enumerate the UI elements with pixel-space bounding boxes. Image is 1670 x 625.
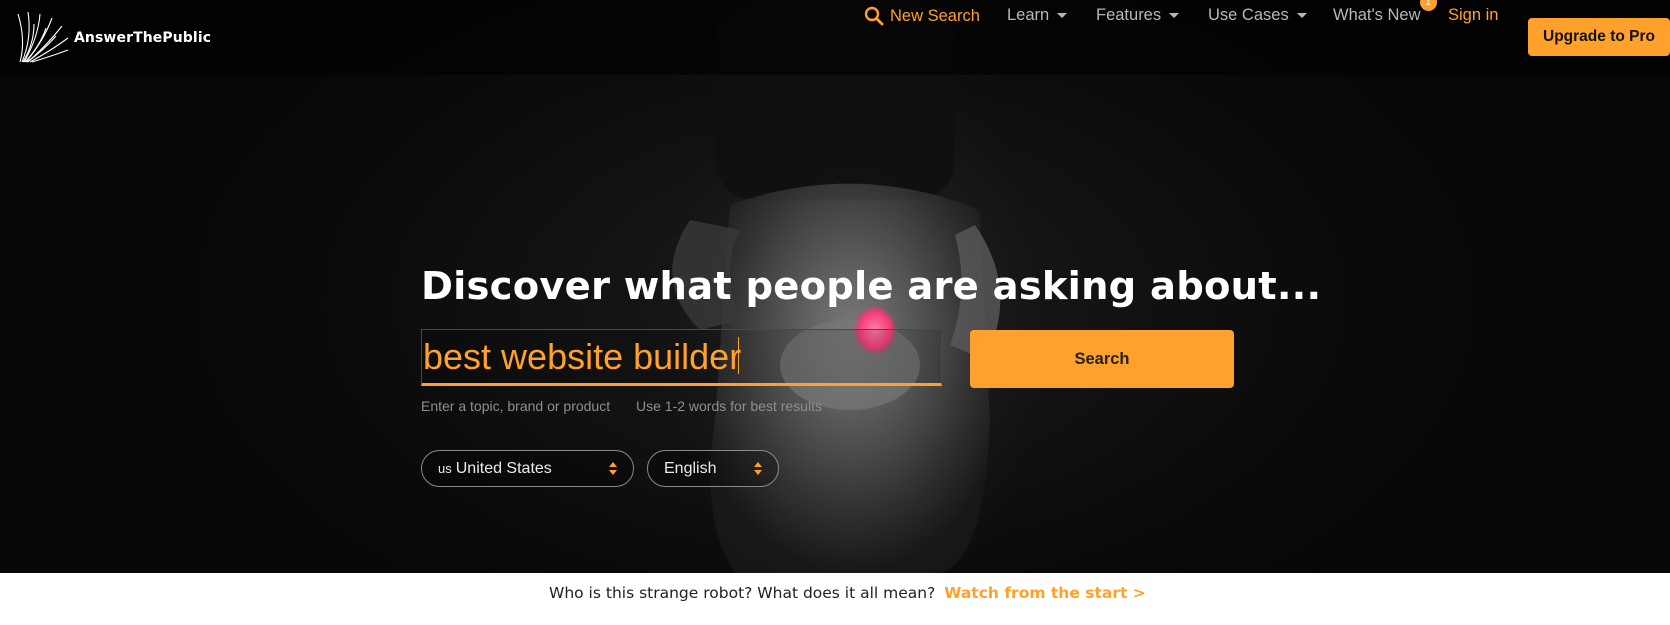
nav-new-search-label: New Search [890,6,980,25]
robot-info-bar: Who is this strange robot? What does it … [0,573,1670,625]
nav-features-dropdown[interactable]: Features [1096,6,1180,25]
nav-learn-label: Learn [1007,6,1050,24]
chevron-down-icon [1169,13,1180,18]
nav-use-cases-label: Use Cases [1208,6,1289,24]
chevron-down-icon [1057,13,1068,18]
upgrade-to-pro-button[interactable]: Upgrade to Pro [1528,18,1670,56]
watch-from-start-link[interactable]: Watch from the start > [944,584,1146,602]
nav-use-cases-dropdown[interactable]: Use Cases [1208,6,1307,25]
select-arrows-icon [754,462,762,476]
select-arrows-icon [609,462,617,476]
country-name: United States [455,459,552,477]
robot-info-text: Who is this strange robot? What does it … [549,584,936,602]
language-name: English [664,459,717,477]
search-icon [864,6,884,26]
nav-whats-new[interactable]: What's New 1 [1333,0,1437,25]
search-button[interactable]: Search [970,330,1234,388]
search-input[interactable] [422,332,943,382]
search-hint-topic: Enter a topic, brand or product [421,398,611,414]
hero-section: AnswerThePublic New Search Learn Feature… [0,0,1670,573]
sign-in-link[interactable]: Sign in [1448,6,1498,25]
starburst-logo-icon [17,11,69,63]
search-field[interactable] [421,329,943,386]
country-select[interactable]: us United States [421,450,634,487]
nav-features-label: Features [1096,6,1162,24]
brand-logo[interactable]: AnswerThePublic [14,10,244,66]
brand-name: AnswerThePublic [74,30,212,46]
nav-new-search[interactable]: New Search [864,6,980,26]
hero-headline: Discover what people are asking about... [421,264,1322,309]
language-select[interactable]: English [647,450,779,487]
nav-whats-new-label: What's New [1333,6,1421,24]
nav-learn-dropdown[interactable]: Learn [1007,6,1068,25]
search-hint-words: Use 1-2 words for best results [636,398,822,414]
text-cursor [738,337,739,374]
chevron-down-icon [1296,13,1307,18]
country-code: us [438,461,452,476]
